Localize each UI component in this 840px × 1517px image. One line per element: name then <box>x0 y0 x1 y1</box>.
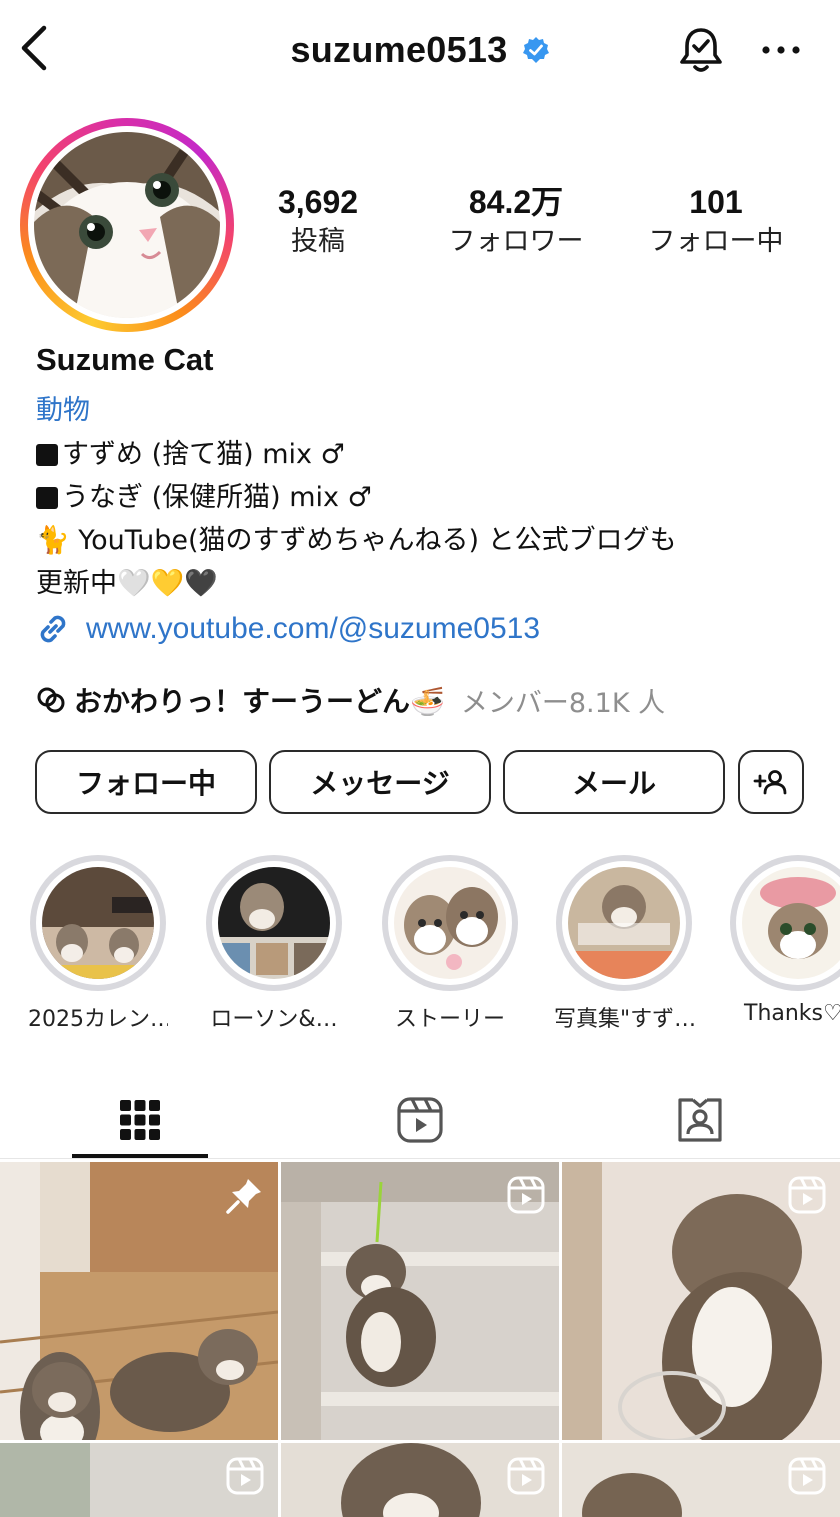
stat-following-label: フォロー中 <box>648 226 784 257</box>
bio-line-1: すずめ (捨て猫) mix ♂ <box>36 432 345 471</box>
profile-link-text: www.youtube.com/@suzume0513 <box>86 612 541 645</box>
verified-badge-icon <box>522 37 549 63</box>
highlight-cover <box>742 867 840 979</box>
post-tile[interactable] <box>281 1162 559 1440</box>
highlight-item[interactable]: ストーリー <box>380 855 520 1033</box>
avatar-photo <box>34 132 220 318</box>
channel-members: メンバー8.1K 人 <box>460 687 666 719</box>
highlight-label: 写真集"すず… <box>554 1007 694 1032</box>
black-square-icon <box>36 487 58 509</box>
stat-posts-value: 3,692 <box>277 184 359 220</box>
post-tile[interactable] <box>281 1443 559 1517</box>
username: suzume0513 <box>290 29 508 70</box>
display-name: Suzume Cat <box>36 342 214 377</box>
bio-line-2-text: うなぎ (保健所猫) mix ♂ <box>62 482 372 513</box>
highlight-cover <box>42 867 154 979</box>
more-dots-icon <box>762 46 800 54</box>
stat-followers-label: フォロワー <box>448 226 584 257</box>
suggested-users-button[interactable] <box>738 750 804 814</box>
stat-posts-label: 投稿 <box>291 226 345 257</box>
black-square-icon <box>36 444 58 466</box>
active-tab-indicator <box>72 1154 208 1158</box>
highlight-cover <box>568 867 680 979</box>
post-tile[interactable] <box>562 1443 840 1517</box>
stat-following[interactable]: 101 フォロー中 <box>626 182 806 262</box>
bell-check-icon <box>680 28 722 72</box>
highlight-label: ローソン&… <box>210 1007 338 1032</box>
bio-line-1-text: すずめ (捨て猫) mix ♂ <box>62 439 345 470</box>
reel-badge-icon <box>507 1457 545 1495</box>
stat-posts: 3,692 投稿 <box>228 182 408 262</box>
highlight-item[interactable]: Thanks♡ <box>730 855 840 1026</box>
highlight-item[interactable]: 2025カレン… <box>28 855 168 1033</box>
highlight-label: Thanks♡ <box>744 1001 840 1026</box>
reels-icon <box>397 1097 443 1143</box>
post-tile[interactable] <box>0 1443 278 1517</box>
reel-badge-icon <box>788 1176 826 1214</box>
following-button[interactable]: フォロー中 <box>35 750 257 814</box>
mail-button[interactable]: メール <box>503 750 725 814</box>
channel-bubble-icon <box>37 687 65 713</box>
profile-avatar[interactable] <box>20 118 234 332</box>
link-icon <box>40 615 66 643</box>
profile-link[interactable]: www.youtube.com/@suzume0513 <box>34 610 540 648</box>
reel-badge-icon <box>788 1457 826 1495</box>
highlight-item[interactable]: ローソン&… <box>204 855 344 1033</box>
broadcast-channel[interactable]: おかわりっ！すーうーどん🍜 メンバー8.1K 人 <box>34 680 665 720</box>
message-button[interactable]: メッセージ <box>269 750 491 814</box>
notifications-button[interactable] <box>676 24 726 76</box>
highlight-cover <box>218 867 330 979</box>
channel-name: おかわりっ！すーうーどん🍜 <box>74 685 445 718</box>
highlight-cover <box>394 867 506 979</box>
add-person-icon <box>753 770 787 795</box>
tab-tagged[interactable] <box>560 1082 840 1158</box>
bio-line-3: 🐈 YouTube(猫のすずめちゃんねる) と公式ブログも <box>36 525 677 556</box>
stat-followers[interactable]: 84.2万 フォロワー <box>426 182 606 262</box>
highlight-item[interactable]: 写真集"すず… <box>554 855 694 1033</box>
bio-line-2: うなぎ (保健所猫) mix ♂ <box>36 475 372 514</box>
tab-reels[interactable] <box>280 1082 560 1158</box>
highlight-label: 2025カレン… <box>28 1007 168 1032</box>
post-tile[interactable] <box>562 1162 840 1440</box>
reel-badge-icon <box>226 1457 264 1495</box>
tab-divider <box>0 1158 840 1159</box>
profile-category[interactable]: 動物 <box>36 388 90 427</box>
tagged-person-icon <box>678 1098 722 1142</box>
highlight-label: ストーリー <box>394 1007 505 1032</box>
post-tile[interactable] <box>0 1162 278 1440</box>
tab-posts-grid[interactable] <box>0 1082 280 1158</box>
grid-icon <box>120 1100 160 1140</box>
more-options-button[interactable] <box>756 30 806 70</box>
stat-followers-value: 84.2万 <box>468 184 564 220</box>
pin-icon <box>226 1179 261 1214</box>
stat-following-value: 101 <box>689 184 743 220</box>
bio-line-4: 更新中🤍💛🖤 <box>36 568 218 599</box>
reel-badge-icon <box>507 1176 545 1214</box>
